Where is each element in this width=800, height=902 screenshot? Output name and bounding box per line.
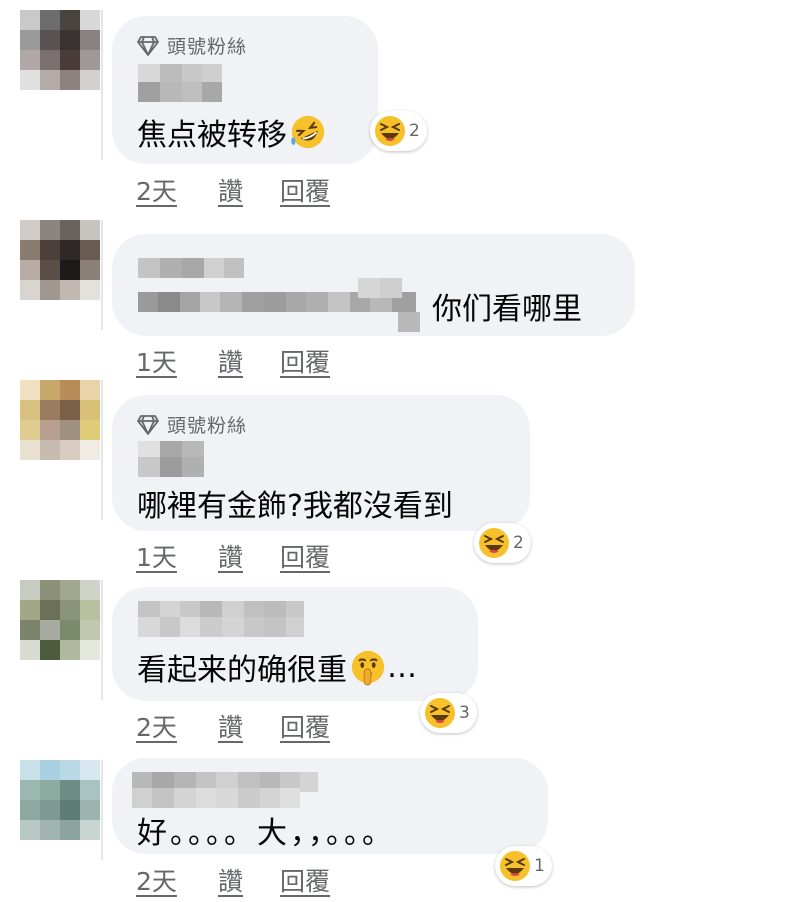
reaction-count: 2 [513, 533, 524, 553]
haha-reaction-icon [500, 851, 530, 881]
rofl-emoji-icon [291, 115, 325, 149]
blurred-author-name-line2 [138, 617, 304, 637]
comment-text: 你们看哪里 [432, 292, 582, 327]
blurred-comment-text-top [358, 278, 402, 298]
comment-text: 好。。。。大，，。。。 [137, 816, 395, 851]
thread-line [101, 380, 103, 520]
thread-line [101, 10, 103, 160]
avatar[interactable] [20, 580, 100, 660]
timestamp-link[interactable]: 2天 [136, 708, 218, 744]
like-button[interactable]: 讚 [218, 538, 280, 574]
reply-button[interactable]: 回覆 [280, 172, 330, 208]
thread-line [101, 580, 103, 700]
timestamp-link[interactable]: 2天 [136, 862, 218, 898]
like-button[interactable]: 讚 [218, 708, 280, 744]
reply-button[interactable]: 回覆 [280, 708, 330, 744]
reaction-badge[interactable]: 2 [474, 523, 531, 563]
blurred-comment-text-bottom [398, 312, 420, 332]
badge-label: 頭號粉絲 [167, 36, 248, 58]
top-fan-badge: 頭號粉絲 [137, 411, 247, 438]
comment-bubble: 好。。。。大，，。。。 [112, 758, 548, 854]
reaction-count: 3 [459, 703, 470, 723]
comment-actions: 2天 讚 回覆 [136, 708, 330, 744]
haha-reaction-icon [479, 528, 509, 558]
reaction-count: 2 [409, 121, 420, 141]
comment-bubble: 你们看哪里 [112, 234, 635, 336]
comment-text: 看起来的确很重 … [137, 649, 417, 689]
reaction-badge[interactable]: 3 [420, 693, 477, 733]
haha-reaction-icon [375, 116, 405, 146]
like-button[interactable]: 讚 [218, 862, 280, 898]
diamond-icon [137, 414, 159, 435]
blurred-author-name-line2 [138, 457, 204, 477]
thread-line [101, 220, 103, 330]
thread-line [101, 760, 103, 860]
avatar[interactable] [20, 220, 100, 300]
comment-bubble: 頭號粉絲 哪裡有金飾?我都沒看到 [112, 395, 530, 531]
haha-reaction-icon [425, 698, 455, 728]
blurred-author-name-line2 [132, 788, 300, 808]
reaction-count: 1 [534, 856, 545, 876]
avatar[interactable] [20, 380, 100, 460]
reply-button[interactable]: 回覆 [280, 862, 330, 898]
like-button[interactable]: 讚 [218, 172, 280, 208]
comment-actions: 2天 讚 回覆 [136, 862, 330, 898]
comment-actions: 1天 讚 回覆 [136, 343, 330, 379]
timestamp-link[interactable]: 1天 [136, 538, 218, 574]
reaction-badge[interactable]: 2 [370, 111, 427, 151]
comment-bubble: 頭號粉絲 焦点被转移 [112, 16, 378, 164]
badge-label: 頭號粉絲 [167, 415, 248, 437]
avatar[interactable] [20, 760, 100, 840]
shushing-emoji-icon [351, 650, 385, 686]
reply-button[interactable]: 回覆 [280, 343, 330, 379]
comment-actions: 1天 讚 回覆 [136, 538, 330, 574]
reaction-badge[interactable]: 1 [495, 846, 552, 886]
timestamp-link[interactable]: 2天 [136, 172, 218, 208]
blurred-author-name-line2 [138, 82, 222, 102]
comment-actions: 2天 讚 回覆 [136, 172, 330, 208]
diamond-icon [137, 35, 159, 56]
like-button[interactable]: 讚 [218, 343, 280, 379]
blurred-author-name[interactable] [138, 64, 222, 84]
timestamp-link[interactable]: 1天 [136, 343, 218, 379]
comment-text-ellipsis: … [387, 649, 417, 685]
comment-text: 焦点被转移 [137, 110, 327, 154]
comment-text: 哪裡有金飾?我都沒看到 [137, 489, 453, 524]
comment-bubble: 看起来的确很重 … [112, 587, 478, 701]
top-fan-badge: 頭號粉絲 [137, 32, 247, 59]
avatar[interactable] [20, 10, 100, 90]
reply-button[interactable]: 回覆 [280, 538, 330, 574]
blurred-author-name[interactable] [138, 258, 244, 278]
